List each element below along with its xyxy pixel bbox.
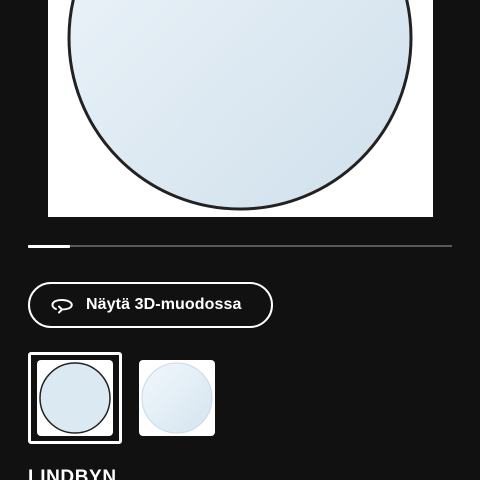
view-in-3d-button[interactable]: Näytä 3D-muodossa bbox=[28, 282, 273, 328]
rotate-3d-icon bbox=[50, 295, 74, 315]
thumbnail-mirror-glass[interactable] bbox=[130, 352, 224, 444]
view-in-3d-label: Näytä 3D-muodossa bbox=[86, 296, 242, 313]
product-gallery-page: Näytä 3D-muodossa LINDBYN bbox=[0, 0, 480, 480]
carousel-scrollbar[interactable] bbox=[28, 244, 452, 248]
main-product-image[interactable] bbox=[48, 0, 433, 217]
thumbnail-image bbox=[37, 360, 113, 436]
round-mirror-image bbox=[67, 0, 413, 211]
thumbnail-image bbox=[139, 360, 215, 436]
thumbnail-mirror-framed[interactable] bbox=[28, 352, 122, 444]
carousel-progress-indicator bbox=[28, 244, 71, 248]
product-name: LINDBYN bbox=[28, 467, 117, 480]
